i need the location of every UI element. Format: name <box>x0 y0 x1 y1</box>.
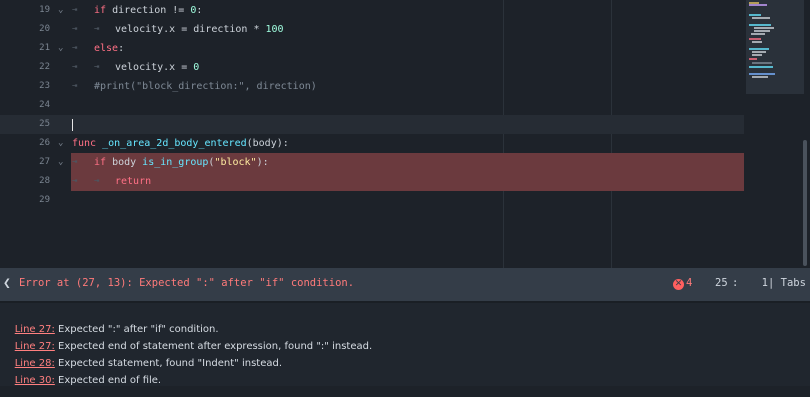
script-editor-window: { "editor": { "lines": [ {"num":"19","fo… <box>0 0 810 386</box>
code-line[interactable]: 20 ⇥ ⇥ velocity.x = direction * 100 <box>0 20 744 39</box>
minimap-line <box>752 51 766 53</box>
code-line[interactable]: 25 <box>0 115 744 134</box>
cursor-column: 1 <box>761 277 768 289</box>
fold-arrow-icon[interactable]: ⌄ <box>58 1 63 20</box>
error-circle-icon[interactable]: ✕ <box>673 279 684 290</box>
line-number[interactable]: 25 <box>0 115 50 134</box>
line-number[interactable]: 28 <box>0 172 50 191</box>
minimap-line <box>749 38 761 40</box>
line-highlight <box>71 96 744 115</box>
code-line[interactable]: 28 ⇥ ⇥ return <box>0 172 744 191</box>
minimap-line <box>752 62 772 64</box>
code-line[interactable]: 19 ⌄ ⇥ if direction != 0: <box>0 1 744 20</box>
line-number[interactable]: 19 <box>0 1 50 20</box>
minimap-line <box>754 30 770 32</box>
line-number[interactable]: 23 <box>0 77 50 96</box>
minimap-line <box>749 24 771 26</box>
code-line[interactable]: 21 ⌄ ⇥ else: <box>0 39 744 58</box>
minimap-line <box>749 58 757 60</box>
minimap-line <box>752 17 770 19</box>
code-line[interactable]: 27 ⌄ ⇥ if body is_in_group("block"): <box>0 153 744 172</box>
fold-arrow-icon[interactable]: ⌄ <box>58 134 63 153</box>
tab-indent-icon: ⇥ <box>94 176 100 186</box>
tab-indent-icon: ⇥ <box>94 62 100 72</box>
code-line[interactable]: 26 ⌄ func _on_area_2d_body_entered(body): <box>0 134 744 153</box>
line-number[interactable]: 27 <box>0 153 50 172</box>
minimap-line <box>752 41 762 43</box>
minimap-line <box>754 27 774 29</box>
line-highlight <box>71 191 744 210</box>
code-line[interactable]: 23 ⇥ #print("block_direction:", direction) <box>0 77 744 96</box>
indent-mode-button[interactable]: | Tabs <box>768 277 806 289</box>
code-text: return <box>115 176 152 187</box>
tab-indent-icon: ⇥ <box>72 5 78 15</box>
minimap-line <box>752 54 762 56</box>
code-line[interactable]: 29 <box>0 191 744 210</box>
minimap-line <box>751 33 765 35</box>
minimap-line <box>752 76 768 78</box>
line-number[interactable]: 24 <box>0 96 50 115</box>
tab-indent-icon: ⇥ <box>72 157 78 167</box>
status-bar: ❮ Error at (27, 13): Expected ":" after … <box>0 268 810 301</box>
minimap-line <box>749 66 773 68</box>
line-highlight <box>71 115 744 134</box>
cursor-line: 25 <box>715 277 728 289</box>
tab-indent-icon: ⇥ <box>72 43 78 53</box>
code-text: velocity.x = direction * 100 <box>115 24 284 35</box>
fold-arrow-icon[interactable]: ⌄ <box>58 39 63 58</box>
error-panel: Line 27: Expected ":" after "if" conditi… <box>0 301 810 386</box>
line-number[interactable]: 22 <box>0 58 50 77</box>
line-number[interactable]: 26 <box>0 134 50 153</box>
tab-indent-icon: ⇥ <box>72 81 78 91</box>
minimap-line <box>749 48 769 50</box>
code-text: velocity.x = 0 <box>115 62 200 73</box>
tab-indent-icon: ⇥ <box>72 176 78 186</box>
minimap[interactable] <box>746 0 804 94</box>
cursor-separator: : <box>732 277 739 289</box>
line-highlight <box>71 172 744 191</box>
text-cursor <box>72 119 73 131</box>
status-error-message[interactable]: Error at (27, 13): Expected ":" after "i… <box>19 277 354 289</box>
error-text: Expected end of file. <box>54 375 162 386</box>
tab-indent-icon: ⇥ <box>72 24 78 34</box>
error-line-link[interactable]: Line 30: <box>15 375 55 386</box>
line-highlight <box>71 39 744 58</box>
code-text: if body is_in_group("block"): <box>94 157 269 168</box>
error-count[interactable]: 4 <box>686 277 692 289</box>
line-number[interactable]: 20 <box>0 20 50 39</box>
code-text: else: <box>94 43 125 54</box>
code-text: #print("block_direction:", direction) <box>94 81 317 92</box>
tab-indent-icon: ⇥ <box>94 24 100 34</box>
code-text: if direction != 0: <box>94 5 203 16</box>
chevron-left-icon[interactable]: ❮ <box>3 276 11 291</box>
fold-arrow-icon[interactable]: ⌄ <box>58 153 63 172</box>
minimap-line <box>749 14 761 16</box>
tab-indent-icon: ⇥ <box>72 62 78 72</box>
line-number[interactable]: 21 <box>0 39 50 58</box>
code-editor[interactable]: 19 ⌄ ⇥ if direction != 0: 20 ⇥ ⇥ velocity.x = d… <box>0 0 810 268</box>
line-number[interactable]: 29 <box>0 191 50 210</box>
minimap-line <box>749 4 767 6</box>
code-text: func _on_area_2d_body_entered(body): <box>72 138 289 149</box>
code-line[interactable]: 24 <box>0 96 744 115</box>
editor-scrollbar[interactable] <box>803 140 807 266</box>
minimap-line <box>749 73 775 75</box>
code-line[interactable]: 22 ⇥ ⇥ velocity.x = 0 <box>0 58 744 77</box>
error-item: Line 30: Expected end of file. <box>2 364 161 397</box>
